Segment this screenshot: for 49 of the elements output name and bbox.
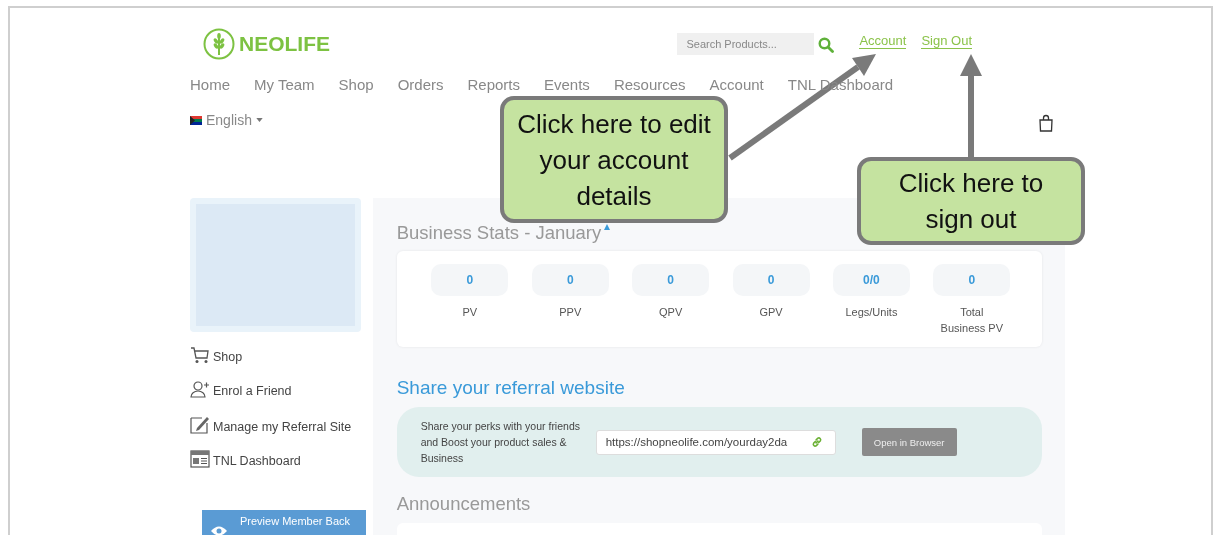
- sidebar-link[interactable]: Shop: [190, 346, 361, 364]
- top-link[interactable]: Sign Out: [921, 33, 972, 49]
- nav-link[interactable]: Shop: [338, 76, 374, 93]
- preview-button[interactable]: Preview Member Back: [202, 510, 366, 535]
- search-field[interactable]: Search Products...: [677, 33, 815, 55]
- url-field[interactable]: https://shopneolife.com/yourday2da: [595, 429, 836, 455]
- add-person-icon: [190, 380, 210, 398]
- stat-value: 0/0: [832, 264, 910, 296]
- stat-label: PV: [461, 305, 479, 320]
- nav-link[interactable]: Account: [709, 76, 764, 93]
- nav-link[interactable]: My Team: [254, 76, 315, 93]
- nav-link[interactable]: Orders: [397, 76, 444, 93]
- callout: Click here to sign out: [857, 157, 1085, 245]
- sidebar-link[interactable]: Enrol a Friend: [190, 380, 361, 398]
- stat-label: GPV: [758, 305, 784, 320]
- stat-value: 0: [531, 264, 609, 296]
- brand-name: NEOLIFE: [239, 32, 330, 56]
- stat-label: Legs/Units: [844, 305, 899, 320]
- sidebar-link[interactable]: TNL Dashboard: [190, 450, 361, 468]
- referral-text: Share your perks with your friends and Boost your product sales & Business: [420, 419, 581, 466]
- stat-label: PPV: [558, 305, 583, 320]
- stat-value: 0: [431, 264, 509, 296]
- flag-icon: [190, 115, 202, 125]
- nav-link[interactable]: Reports: [467, 76, 520, 93]
- callout: Click here to edit your account details: [500, 96, 728, 223]
- link-icon[interactable]: [810, 436, 823, 448]
- nav-link[interactable]: Events: [544, 76, 590, 93]
- stat-label: Total Business PV: [939, 305, 1004, 336]
- top-link[interactable]: Account: [859, 33, 907, 49]
- nav-link[interactable]: Resources: [613, 76, 686, 93]
- wheat-logo-icon: [203, 28, 235, 60]
- open-browser-button[interactable]: Open in Browser: [861, 428, 957, 456]
- shopping-bag-icon[interactable]: [1039, 114, 1053, 132]
- sidebar-link[interactable]: Manage my Referral Site: [190, 414, 361, 434]
- eye-icon: [210, 525, 228, 535]
- search-icon[interactable]: [818, 37, 835, 53]
- newspaper-icon: [190, 450, 210, 468]
- cart-icon: [190, 346, 210, 364]
- stat-label: QPV: [658, 305, 684, 320]
- stat-value: 0: [732, 264, 810, 296]
- section-title: Share your referral website: [396, 377, 626, 399]
- section-title: Business Stats - January: [396, 222, 602, 244]
- nav-link[interactable]: Home: [190, 76, 230, 93]
- stat-value: 0: [632, 264, 710, 296]
- language-dropdown[interactable]: English: [190, 112, 263, 128]
- caret-icon: [255, 118, 263, 122]
- stat-value: 0: [933, 264, 1011, 296]
- pencil-icon: [190, 414, 210, 434]
- section-title: Announcements: [396, 493, 532, 515]
